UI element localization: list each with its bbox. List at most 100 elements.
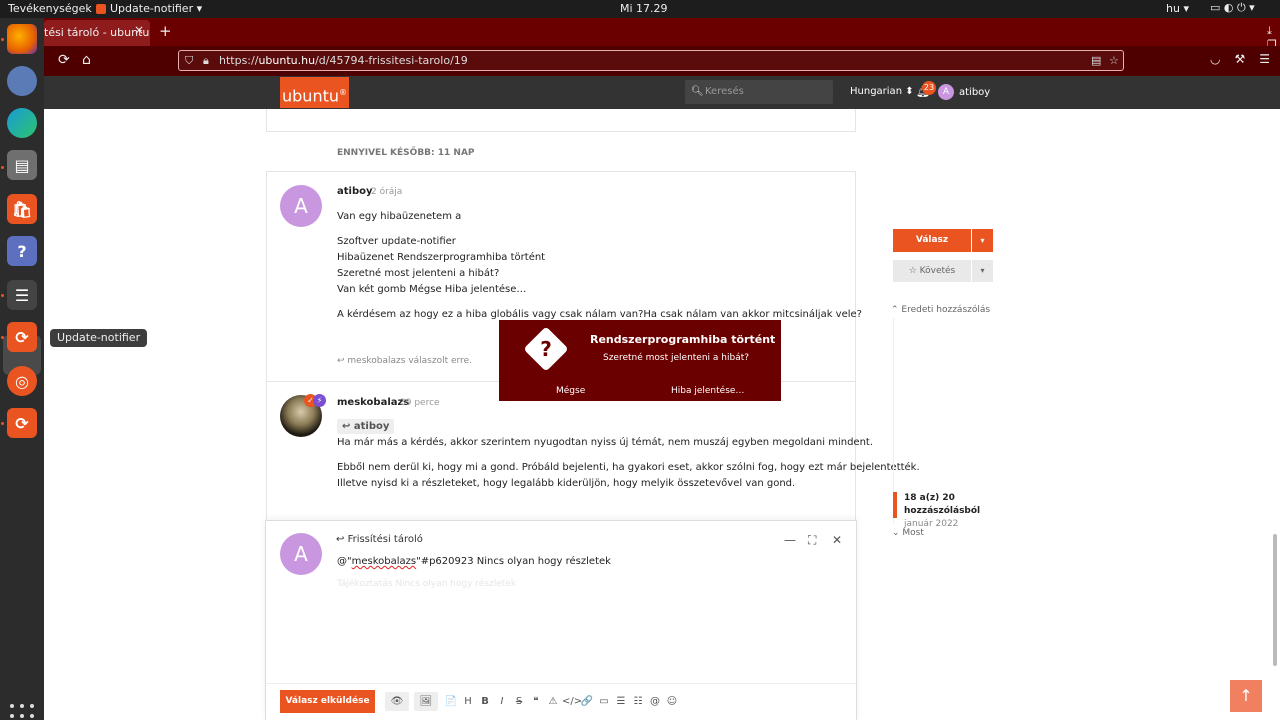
extension-icon[interactable]: ⚒	[1234, 52, 1245, 66]
system-top-bar: Tevékenységek Update-notifier ▾ Mi 17.29…	[0, 0, 1280, 18]
tab-close-icon[interactable]: ×	[134, 23, 144, 37]
keyboard-language[interactable]: hu ▾	[1166, 2, 1189, 15]
quote-icon[interactable]: ❝	[528, 692, 544, 711]
browser-tab-bar: tési tároló - ubuntu × + ⤓ ❐ ✕	[44, 18, 1280, 64]
replied-indicator[interactable]: ↩ meskobalazs válaszolt erre.	[337, 356, 472, 366]
search-placeholder: Keresés	[705, 86, 744, 97]
site-header	[44, 76, 1280, 109]
post-author[interactable]: atiboy	[337, 186, 373, 197]
software-icon[interactable]: 🛍	[7, 194, 37, 224]
edge-icon[interactable]	[7, 108, 37, 138]
app-menu-label: Update-notifier ▾	[110, 2, 203, 15]
files-icon[interactable]: ▤	[7, 150, 37, 180]
running-dot	[1, 166, 4, 169]
follow-dropdown-icon[interactable]: ▾	[972, 260, 993, 282]
page-scrollbar[interactable]	[1273, 534, 1277, 666]
post-time[interactable]: 2 órája	[371, 187, 402, 197]
send-reply-button[interactable]: Válasz elküldése	[280, 690, 375, 713]
post-text-line: Hibaüzenet Rendszerprogramhiba történt	[337, 252, 546, 263]
previous-post-edge	[266, 109, 856, 132]
running-dot	[1, 38, 4, 41]
emoji-icon[interactable]: ☺	[664, 692, 680, 711]
ubuntu-icon[interactable]: ◎	[7, 366, 37, 396]
composer-divider	[266, 683, 856, 684]
menu-icon[interactable]: ☰	[1259, 52, 1270, 66]
language-select[interactable]: Hungarian ⬍	[850, 86, 914, 97]
reply-dropdown-icon[interactable]: ▾	[972, 229, 993, 252]
running-dot	[1, 422, 4, 425]
minimize-icon[interactable]: —	[784, 533, 796, 547]
post-author[interactable]: meskobalazs	[337, 397, 409, 408]
strikethrough-icon[interactable]: S	[511, 692, 527, 711]
dialog-title: Rendszerprogramhiba történt	[590, 333, 776, 346]
avatar[interactable]: A	[280, 185, 322, 227]
system-tray[interactable]: ▭ ◐ ⏻ ▾	[1210, 1, 1255, 15]
software-updater-icon[interactable]: ⟳	[7, 408, 37, 438]
code-icon[interactable]: </>	[562, 692, 582, 711]
new-tab-button[interactable]: +	[159, 22, 172, 40]
formatting-toolbar: 👁 🖼 📄 H B I S ❝ ⚠ </> 🔗 ▭ ☰ ☷ @ ☺	[385, 692, 681, 711]
post-text-line: Szoftver update-notifier	[337, 236, 456, 247]
time-gap-label: ENNYIVEL KÉSŐBB: 11 NAP	[337, 148, 475, 158]
composer-preview: Tájékoztatás Nincs olyan hogy részletek	[337, 579, 517, 589]
running-dot	[1, 336, 4, 339]
post-text-line: Ha már más a kérdés, akkor szerintem nyu…	[337, 437, 874, 448]
site-logo[interactable]: ubuntu®	[280, 77, 349, 108]
update-notifier-icon[interactable]: ⟳	[7, 322, 37, 352]
reply-button[interactable]: Válasz	[893, 229, 971, 252]
image-icon[interactable]: ▭	[596, 692, 612, 711]
timeline-handle[interactable]	[893, 492, 897, 518]
reply-to-chip[interactable]: ↩ atiboy	[337, 419, 395, 434]
mention-icon[interactable]: @	[647, 692, 663, 711]
post-time[interactable]: 39 perce	[400, 398, 440, 408]
italic-icon[interactable]: I	[494, 692, 510, 711]
bulleted-list-icon[interactable]: ☰	[613, 692, 629, 711]
shield-icon[interactable]: ⛉	[185, 51, 193, 70]
reader-view-icon[interactable]: ▤	[1091, 51, 1101, 70]
bookmark-star-icon[interactable]: ☆	[1109, 51, 1119, 70]
timeline-now-link[interactable]: ⌄ Most	[892, 528, 924, 538]
preview-icon[interactable]: 👁	[385, 692, 409, 711]
link-icon[interactable]: 🔗	[579, 692, 595, 711]
clock[interactable]: Mi 17.29	[620, 2, 668, 15]
close-icon[interactable]: ✕	[832, 533, 842, 547]
question-mark-icon: ?	[540, 337, 552, 361]
activities-button[interactable]: Tevékenységek	[8, 2, 92, 15]
file-icon[interactable]: 📄	[443, 692, 459, 711]
url-bar[interactable]: ⛉ 🔒︎ https://ubuntu.hu/d/45794-frissites…	[178, 50, 1124, 71]
cancel-button[interactable]: Mégse	[556, 386, 585, 396]
app-icon	[96, 3, 106, 14]
image-gallery-icon[interactable]: 🖼	[414, 692, 438, 711]
thunderbird-icon[interactable]	[7, 66, 37, 96]
fullscreen-icon[interactable]: ⛶	[808, 533, 816, 548]
show-apps-icon[interactable]	[10, 704, 34, 720]
text-editor-icon[interactable]: ☰	[7, 280, 37, 310]
user-avatar[interactable]: A	[938, 84, 954, 100]
notification-badge[interactable]: 23	[922, 81, 936, 95]
post-text-line: A kérdésem az hogy ez a hiba globális va…	[337, 309, 862, 320]
report-error-button[interactable]: Hiba jelentése…	[671, 386, 744, 396]
dock-tooltip: Update-notifier	[50, 329, 148, 347]
composer-avatar: A	[280, 533, 322, 575]
dock: ▤ 🛍 ? ☰ ⟳ ◎ ⟳	[0, 18, 44, 720]
original-post-link[interactable]: ⌃ Eredeti hozzászólás	[891, 305, 990, 315]
app-menu[interactable]: Update-notifier ▾	[96, 2, 202, 15]
pocket-icon[interactable]: ◡	[1210, 52, 1220, 66]
help-icon[interactable]: ?	[7, 236, 37, 266]
reload-icon[interactable]: ⟳	[58, 52, 70, 68]
firefox-icon[interactable]	[7, 24, 37, 54]
numbered-list-icon[interactable]: ☷	[630, 692, 646, 711]
bold-icon[interactable]: B	[477, 692, 493, 711]
back-to-top-button[interactable]: ↑	[1230, 680, 1262, 712]
post-text-line: Szeretné most jelenteni a hibát?	[337, 268, 500, 279]
toolbar-right: ◡ ⚒ ☰	[1210, 52, 1270, 66]
post-text-line: Ebből nem derül ki, hogy mi a gond. Prób…	[337, 462, 920, 473]
composer-textarea[interactable]: @"meskobalazs"#p620923 Nincs olyan hogy …	[337, 556, 611, 567]
search-input[interactable]: 🔍︎ Keresés	[685, 80, 833, 104]
home-icon[interactable]: ⌂	[82, 52, 91, 68]
user-name[interactable]: atiboy	[959, 87, 990, 98]
heading-icon[interactable]: H	[460, 692, 476, 711]
lock-icon[interactable]: 🔒︎	[203, 51, 209, 70]
follow-button[interactable]: ☆ Követés	[893, 260, 971, 282]
spoiler-icon[interactable]: ⚠	[545, 692, 561, 711]
